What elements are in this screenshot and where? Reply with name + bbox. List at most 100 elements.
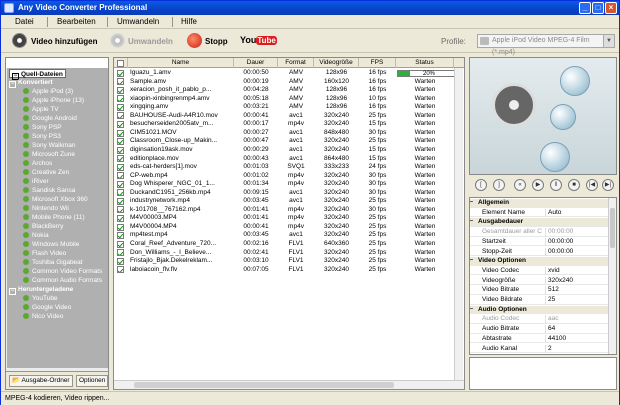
sidebar-item[interactable]: Windows Mobile <box>23 240 79 249</box>
row-checkbox[interactable] <box>117 215 124 223</box>
chevron-down-icon[interactable]: ▼ <box>603 35 614 47</box>
property-row[interactable]: Audio Bitrate 64 <box>470 325 608 334</box>
row-checkbox[interactable] <box>117 266 124 274</box>
sidebar-group-1[interactable]: − Konvertiert <box>9 78 53 88</box>
property-row[interactable]: Stopp-Zeit 00:00:00 <box>470 247 608 256</box>
table-row[interactable]: CIM51021.MOV 00:00:27 avc1 848x480 30 fps War… <box>114 129 464 138</box>
properties-scrollbar[interactable] <box>608 198 616 354</box>
row-checkbox[interactable] <box>117 120 124 128</box>
maximize-button[interactable]: □ <box>592 2 604 14</box>
row-checkbox[interactable] <box>117 249 124 257</box>
property-value[interactable]: 25 <box>545 296 607 305</box>
mark-out-button[interactable]: ] <box>493 179 505 191</box>
table-row[interactable]: Iguazu_1.amv 00:00:50 AMV 128x96 16 fps 20% <box>114 69 464 78</box>
sidebar-group-2[interactable]: − Heruntergeladene <box>9 285 73 295</box>
table-row[interactable]: k-101708__767162.mp4 00:01:41 mp4v 320x240 3… <box>114 206 464 215</box>
table-row[interactable]: xeracion_posh_it_pablo_p... 00:04:28 AMV 12… <box>114 86 464 95</box>
property-row[interactable]: Audio Codec aac <box>470 315 608 324</box>
table-row[interactable]: BAUHOUSE-Audi-A4R10.mov 00:00:41 avc1 320x2… <box>114 112 464 121</box>
pause-button[interactable]: ‖ <box>550 179 562 191</box>
property-row[interactable]: Video Bitrate 512 <box>470 286 608 295</box>
sidebar-item[interactable]: Archos <box>23 159 52 168</box>
sidebar-item[interactable]: Nico Video <box>23 312 63 321</box>
property-value[interactable]: Auto <box>545 208 607 218</box>
row-checkbox[interactable] <box>117 78 124 86</box>
sidebar-item[interactable]: Common Audio Formats <box>23 276 102 285</box>
column-header[interactable] <box>114 58 128 68</box>
column-header[interactable]: Videogröße <box>314 58 359 68</box>
add-video-button[interactable]: Video hinzufügen <box>31 37 98 46</box>
row-checkbox[interactable] <box>117 86 124 94</box>
menu-umwandeln[interactable]: Umwandeln <box>117 17 159 26</box>
column-header[interactable]: Name <box>128 58 234 68</box>
collapse-icon[interactable]: − <box>470 306 473 315</box>
table-row[interactable]: besucherseiden2005atv_m... 00:00:17 mp4v 32… <box>114 120 464 129</box>
row-checkbox[interactable] <box>117 189 124 197</box>
table-row[interactable]: Don_Williams_-_I_Believe... 00:02:41 FLV1 3… <box>114 249 464 258</box>
output-folder-button[interactable]: 📂 Ausgabe-Ordner <box>9 375 73 387</box>
property-value[interactable]: 512 <box>545 286 607 295</box>
property-row[interactable]: Audio Kanal 2 <box>470 344 608 353</box>
property-value[interactable]: 64 <box>545 325 607 334</box>
column-header[interactable]: Dauer <box>234 58 278 68</box>
table-row[interactable]: CP-web.mp4 00:01:02 mp4v 320x240 30 fps Warte… <box>114 172 464 181</box>
property-value[interactable]: 320x240 <box>545 276 607 286</box>
table-row[interactable]: Classroom_Close-up_Makin... 00:00:47 avc1 3… <box>114 137 464 146</box>
row-checkbox[interactable] <box>117 206 124 214</box>
table-row[interactable]: industrynetwork.mp4 00:03:45 avc1 320x240 25… <box>114 197 464 206</box>
table-row[interactable]: Sample.amv 00:00:19 AMV 160x120 16 fps Warten <box>114 78 464 87</box>
row-checkbox[interactable] <box>117 69 124 77</box>
table-row[interactable]: M4V00003.MP4 00:01:41 mp4v 320x240 25 fps War… <box>114 214 464 223</box>
property-value[interactable]: 00:00:00 <box>545 237 607 247</box>
table-row[interactable]: Fristajlo_Bjak.Dekelreklam... 00:03:10 FLV… <box>114 257 464 266</box>
row-checkbox[interactable] <box>117 155 124 163</box>
menu-hilfe[interactable]: Hilfe <box>181 17 197 26</box>
sidebar-item[interactable]: Flash Video <box>23 249 66 258</box>
property-row[interactable]: Video Codec xvid <box>470 266 608 276</box>
collapse-icon[interactable]: − <box>470 199 473 208</box>
table-horizontal-scrollbar[interactable] <box>114 380 464 389</box>
stop-icon[interactable] <box>187 33 202 48</box>
sidebar-item[interactable]: Sony Walkman <box>23 141 75 150</box>
rewind-button[interactable]: « <box>514 179 526 191</box>
table-row[interactable]: laboiacoin_flv.flv 00:07:05 FLV1 320x240 25 … <box>114 266 464 275</box>
sidebar-item[interactable]: Nokia <box>23 231 49 240</box>
row-checkbox[interactable] <box>117 95 124 103</box>
table-row[interactable]: editionplace.mov 00:00:43 avc1 864x480 15 fp… <box>114 155 464 164</box>
row-checkbox[interactable] <box>117 112 124 120</box>
row-checkbox[interactable] <box>117 240 124 248</box>
sidebar-item[interactable]: Apple iPhone (13) <box>23 96 84 105</box>
sidebar-item[interactable]: Microsoft Zune <box>23 150 75 159</box>
sidebar-item[interactable]: Creative Zen <box>23 168 69 177</box>
table-row[interactable]: M4V00004.MP4 00:00:41 mp4v 320x240 25 fps War… <box>114 223 464 232</box>
sidebar-item[interactable]: Nintendo Wii <box>23 204 69 213</box>
row-checkbox[interactable] <box>117 163 124 171</box>
stop-button[interactable]: Stopp <box>205 37 228 46</box>
property-row[interactable]: Startzeit 00:00:00 <box>470 237 608 247</box>
table-vertical-scrollbar[interactable] <box>454 68 463 380</box>
table-row[interactable]: Dog Whisperer_NGC_01_1... 00:01:34 mp4v 320… <box>114 180 464 189</box>
row-checkbox[interactable] <box>117 197 124 205</box>
row-checkbox[interactable] <box>117 257 124 265</box>
play-button[interactable]: ▶ <box>532 179 544 191</box>
film-reel-icon[interactable] <box>12 33 27 48</box>
minimize-button[interactable]: _ <box>579 2 591 14</box>
close-button[interactable]: × <box>605 2 617 14</box>
scrollbar-thumb[interactable] <box>610 208 615 248</box>
row-checkbox[interactable] <box>117 129 124 137</box>
options-button[interactable]: Optionen <box>76 375 109 387</box>
row-checkbox[interactable] <box>117 223 124 231</box>
property-value[interactable]: 2 <box>545 344 607 353</box>
column-header[interactable]: Status <box>396 58 454 68</box>
table-row[interactable]: xingqing.amv 00:03:21 AMV 128x96 16 fps Warte… <box>114 103 464 112</box>
sidebar-item[interactable]: BlackBerry <box>23 222 63 231</box>
sidebar-item[interactable]: Apple TV <box>23 105 59 114</box>
sidebar-item[interactable]: Microsoft Xbox 360 <box>23 195 88 204</box>
property-value[interactable]: 44100 <box>545 334 607 344</box>
sidebar-item[interactable]: YouTube <box>23 294 58 303</box>
row-checkbox[interactable] <box>117 146 124 154</box>
property-row[interactable]: Abtastrate 44100 <box>470 334 608 344</box>
row-checkbox[interactable] <box>117 180 124 188</box>
sidebar-item[interactable]: Mobile Phone (11) <box>23 213 85 222</box>
table-row[interactable]: Coral_Reef_Adventure_720... 00:02:16 FLV1 6… <box>114 240 464 249</box>
